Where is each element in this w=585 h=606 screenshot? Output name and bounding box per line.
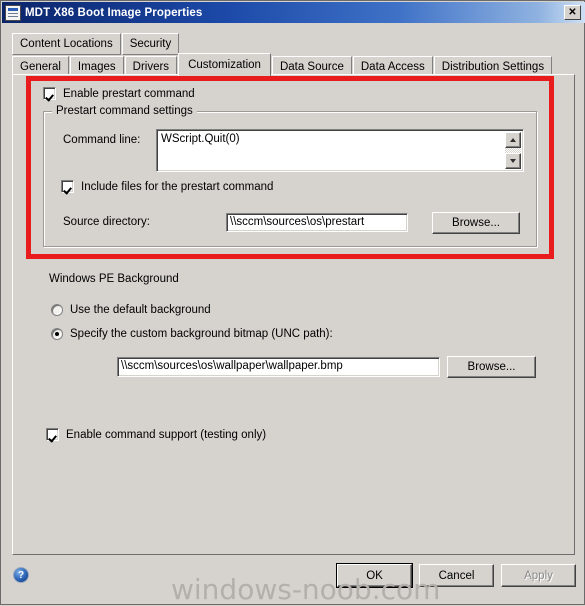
include-files-label: Include files for the prestart command	[81, 180, 274, 193]
command-line-label: Command line:	[63, 134, 141, 146]
use-default-background-label: Use the default background	[70, 304, 211, 316]
tab-strip: Content Locations Security General Image…	[12, 33, 575, 77]
properties-dialog-window: MDT X86 Boot Image Properties ✕ Content …	[0, 0, 585, 606]
enable-prestart-command-row[interactable]: Enable prestart command	[43, 87, 195, 100]
tab-customization[interactable]: Customization	[178, 53, 271, 77]
command-line-scrollbar[interactable]	[505, 132, 521, 169]
enable-prestart-command-checkbox[interactable]	[43, 87, 56, 100]
enable-prestart-command-label: Enable prestart command	[63, 87, 195, 100]
help-icon[interactable]: ?	[13, 567, 29, 583]
command-line-input[interactable]: WScript.Quit(0)	[156, 129, 524, 172]
tab-security[interactable]: Security	[121, 33, 180, 55]
browse-source-directory-button[interactable]: Browse...	[432, 212, 520, 234]
use-default-background-row[interactable]: Use the default background	[51, 304, 211, 316]
specify-custom-background-label: Specify the custom background bitmap (UN…	[70, 328, 333, 340]
close-icon[interactable]: ✕	[564, 5, 581, 20]
enable-command-support-checkbox[interactable]	[46, 428, 59, 441]
tab-row-top: Content Locations Security	[12, 33, 575, 55]
specify-custom-background-radio[interactable]	[51, 328, 63, 340]
include-files-checkbox[interactable]	[61, 180, 74, 193]
use-default-background-radio[interactable]	[51, 304, 63, 316]
apply-button[interactable]: Apply	[501, 564, 576, 587]
browse-background-bitmap-button[interactable]: Browse...	[447, 356, 536, 378]
scroll-up-icon[interactable]	[505, 132, 521, 148]
command-line-value: WScript.Quit(0)	[161, 133, 240, 145]
window-title: MDT X86 Boot Image Properties	[25, 6, 203, 19]
prestart-command-settings-title: Prestart command settings	[52, 105, 197, 117]
background-bitmap-path-input[interactable]: \\sccm\sources\os\wallpaper\wallpaper.bm…	[117, 357, 440, 377]
enable-command-support-row[interactable]: Enable command support (testing only)	[46, 428, 266, 441]
source-directory-input[interactable]: \\sccm\sources\os\prestart	[226, 213, 408, 232]
include-files-row[interactable]: Include files for the prestart command	[61, 180, 273, 193]
specify-custom-background-row[interactable]: Specify the custom background bitmap (UN…	[51, 328, 333, 340]
tab-content-locations[interactable]: Content Locations	[12, 33, 121, 55]
enable-command-support-label: Enable command support (testing only)	[66, 428, 267, 441]
document-properties-icon	[5, 4, 21, 21]
window-title-bar: MDT X86 Boot Image Properties ✕	[2, 2, 585, 23]
scroll-down-icon[interactable]	[505, 153, 521, 169]
windows-pe-background-label: Windows PE Background	[49, 273, 179, 285]
cancel-button[interactable]: Cancel	[419, 564, 494, 587]
ok-button[interactable]: OK	[337, 564, 412, 587]
source-directory-label: Source directory:	[63, 216, 150, 228]
